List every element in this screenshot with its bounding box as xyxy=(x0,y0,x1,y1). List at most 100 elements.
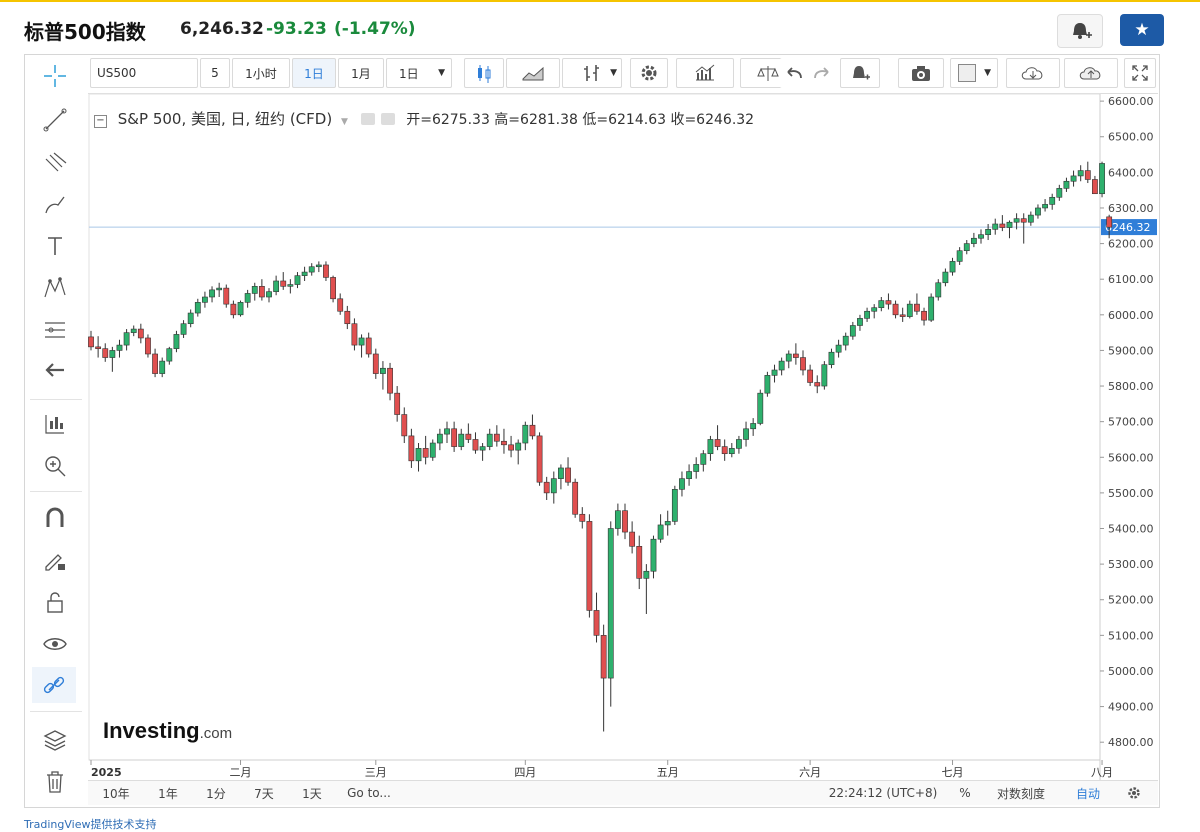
candle-body xyxy=(216,287,223,291)
clock-readout: 22:24:12 (UTC+8) xyxy=(828,786,938,800)
candle-body xyxy=(130,328,137,333)
log-scale-button[interactable]: 对数刻度 xyxy=(988,784,1054,802)
range-10y-button[interactable]: 10年 xyxy=(94,784,138,802)
dropdown-arrow-icon[interactable]: ▼ xyxy=(341,117,348,127)
candle-body xyxy=(558,467,564,479)
candle-body xyxy=(814,382,821,387)
candle-body xyxy=(266,291,272,298)
candle-body xyxy=(358,337,365,346)
candle-body xyxy=(301,271,308,276)
candle-body xyxy=(1092,179,1098,195)
range-1y-button[interactable]: 1年 xyxy=(146,784,190,802)
candle-body xyxy=(529,424,536,437)
auto-scale-button[interactable]: 自动 xyxy=(1068,784,1108,802)
candle-body xyxy=(878,300,885,308)
candle-body xyxy=(721,446,728,455)
candle-body xyxy=(792,353,799,358)
candle-body xyxy=(187,312,194,325)
candle-body xyxy=(330,277,336,300)
candle-body xyxy=(743,428,749,440)
candle-body xyxy=(1056,188,1063,198)
candle-body xyxy=(579,513,586,522)
candle-body xyxy=(515,442,522,451)
candle-body xyxy=(401,414,408,437)
candle-body xyxy=(202,296,208,303)
candle-body xyxy=(501,440,507,446)
candle-body xyxy=(707,439,714,455)
candle-body xyxy=(1084,170,1091,180)
candle-body xyxy=(95,346,102,349)
candle-body xyxy=(607,528,614,679)
time-tick-label: 三月 xyxy=(365,766,387,779)
candle-body xyxy=(486,433,493,447)
candle-body xyxy=(422,448,429,458)
candle-body xyxy=(493,433,500,442)
candle-body xyxy=(444,428,450,435)
candle-body xyxy=(472,439,479,451)
price-tick-label: 6100.00 xyxy=(1108,273,1154,286)
candle-body xyxy=(145,337,151,355)
candle-body xyxy=(536,435,543,483)
candle-body xyxy=(522,424,529,444)
candle-body xyxy=(543,481,550,494)
candle-body xyxy=(679,478,685,490)
price-tick-label: 5500.00 xyxy=(1108,487,1154,500)
candle-body xyxy=(415,448,422,462)
candle-body xyxy=(807,369,814,383)
plot-area xyxy=(88,93,1101,761)
price-tick-label: 5400.00 xyxy=(1108,523,1154,536)
price-tick-label: 6500.00 xyxy=(1108,131,1154,144)
candle-body xyxy=(664,521,671,526)
investing-logo: Investing.com xyxy=(103,718,232,744)
candle-body xyxy=(451,428,458,447)
goto-button[interactable]: Go to... xyxy=(344,784,394,802)
candle-body xyxy=(949,261,956,273)
range-1m-button[interactable]: 1分 xyxy=(194,784,238,802)
candle-body xyxy=(237,302,244,316)
range-7d-button[interactable]: 7天 xyxy=(242,784,286,802)
candle-body xyxy=(1099,163,1105,195)
candle-body xyxy=(821,364,828,387)
candle-body xyxy=(194,302,201,314)
candle-body xyxy=(857,318,863,326)
candle-body xyxy=(643,570,650,579)
candle-body xyxy=(408,435,415,462)
candle-body xyxy=(1070,175,1077,182)
candle-body xyxy=(287,284,294,287)
candle-body xyxy=(935,282,942,298)
candle-body xyxy=(344,310,351,325)
settings-toggle-icon[interactable] xyxy=(381,113,396,125)
candle-body xyxy=(1006,221,1013,228)
candle-body xyxy=(166,348,173,362)
candle-body xyxy=(1020,218,1027,223)
candle-body xyxy=(985,229,992,235)
candle-body xyxy=(921,310,927,321)
candle-body xyxy=(109,350,116,358)
price-tick-label: 6000.00 xyxy=(1108,309,1154,322)
candle-body xyxy=(152,353,158,374)
candle-body xyxy=(942,271,949,284)
candle-body xyxy=(1106,216,1113,228)
candle-body xyxy=(800,357,806,371)
time-tick-label: 2025 xyxy=(91,766,122,779)
percent-scale-button[interactable]: % xyxy=(950,784,980,802)
candle-body xyxy=(223,287,230,305)
candle-body xyxy=(728,448,735,455)
candle-body xyxy=(956,250,963,262)
candle-body xyxy=(771,369,778,376)
candle-body xyxy=(479,446,486,451)
time-tick-label: 二月 xyxy=(230,766,252,779)
collapse-legend-icon[interactable]: − xyxy=(94,115,107,128)
candle-body xyxy=(835,344,842,353)
range-1d-button[interactable]: 1天 xyxy=(290,784,334,802)
powered-by-link[interactable]: TradingView提供技术支持 xyxy=(24,816,156,832)
candle-body xyxy=(757,392,764,424)
price-tick-label: 5000.00 xyxy=(1108,665,1154,678)
settings-gear-icon[interactable] xyxy=(1122,784,1146,802)
candle-body xyxy=(258,286,265,298)
eye-toggle-icon[interactable] xyxy=(360,113,375,125)
price-tick-label: 5200.00 xyxy=(1108,594,1154,607)
price-tick-label: 5900.00 xyxy=(1108,344,1154,357)
candle-body xyxy=(892,303,899,316)
candle-body xyxy=(914,303,920,312)
